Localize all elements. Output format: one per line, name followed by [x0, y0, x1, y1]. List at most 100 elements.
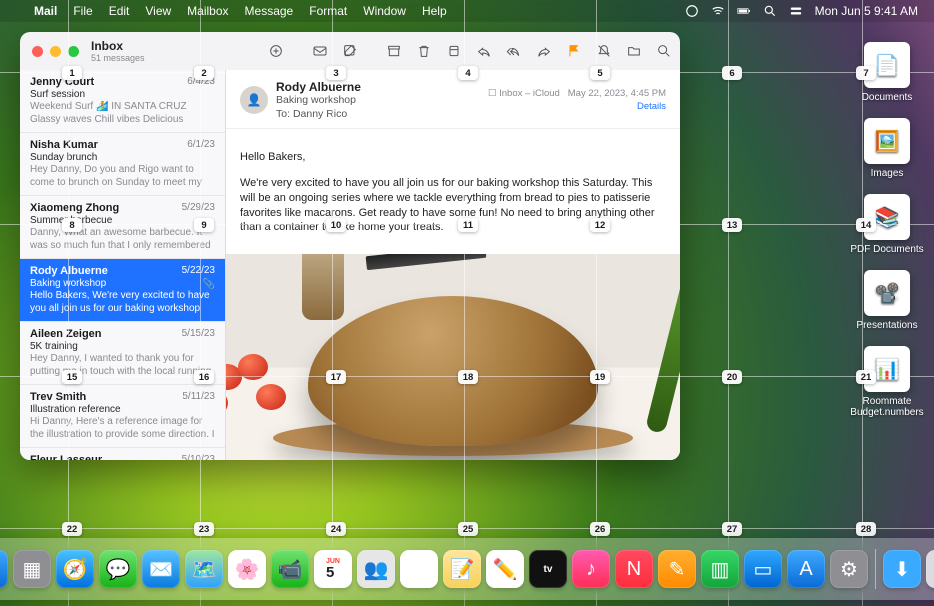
grid-label: 9 — [194, 218, 214, 232]
dock-numbers[interactable]: ▥ — [701, 550, 739, 588]
grid-label: 25 — [458, 522, 478, 536]
dock-photos[interactable]: 🌸 — [228, 550, 266, 588]
clock[interactable]: Mon Jun 5 9:41 AM — [809, 4, 924, 18]
message-item[interactable]: Fleur Lasseur5/10/23Baseball team fundra… — [20, 448, 225, 460]
grid-label: 16 — [194, 370, 214, 384]
grid-label: 23 — [194, 522, 214, 536]
dock-safari[interactable]: 🧭 — [56, 550, 94, 588]
dock-keynote[interactable]: ▭ — [744, 550, 782, 588]
grid-label: 1 — [62, 66, 82, 80]
dock-notes[interactable]: 📝 — [443, 550, 481, 588]
dock-tv[interactable]: tv — [529, 550, 567, 588]
menu-view[interactable]: View — [137, 4, 179, 18]
forward-icon[interactable] — [536, 43, 552, 59]
grid-label: 3 — [326, 66, 346, 80]
move-icon[interactable] — [626, 43, 642, 59]
dock-downloads[interactable]: ⬇︎ — [883, 550, 921, 588]
menu-window[interactable]: Window — [355, 4, 414, 18]
grid-label: 17 — [326, 370, 346, 384]
mute-icon[interactable] — [596, 43, 612, 59]
dock-appstore[interactable]: A — [787, 550, 825, 588]
dock-settings[interactable]: ⚙︎ — [830, 550, 868, 588]
grid-label: 24 — [326, 522, 346, 536]
menu-help[interactable]: Help — [414, 4, 455, 18]
control-center-icon[interactable] — [783, 4, 809, 18]
grid-label: 19 — [590, 370, 610, 384]
reply-all-icon[interactable] — [506, 43, 522, 59]
mail-window: Inbox 51 messages Je — [20, 32, 680, 460]
menu-message[interactable]: Message — [237, 4, 302, 18]
reader-to: To: Danny Rico — [276, 108, 361, 120]
dock-trash[interactable]: 🗑️ — [926, 550, 934, 588]
filter-icon[interactable] — [268, 43, 284, 59]
envelope-icon[interactable] — [312, 43, 328, 59]
app-menu[interactable]: Mail — [26, 4, 65, 18]
menubar: Mail FileEditViewMailboxMessageFormatWin… — [0, 0, 934, 22]
dock-messages[interactable]: 💬 — [99, 550, 137, 588]
grid-label: 2 — [194, 66, 214, 80]
junk-icon[interactable] — [446, 43, 462, 59]
dock[interactable]: 🙂▦🧭💬✉️🗺️🌸📹JUN5👥☑︎📝✏️tv♪N✎▥▭A⚙︎ ⬇︎🗑️ — [0, 538, 934, 600]
grid-label: 10 — [326, 218, 346, 232]
dock-launchpad[interactable]: ▦ — [13, 550, 51, 588]
reader-greeting: Hello Bakers, — [240, 150, 666, 165]
message-item[interactable]: Trev Smith5/11/23Illustration referenceH… — [20, 385, 225, 448]
dock-maps[interactable]: 🗺️ — [185, 550, 223, 588]
window-controls[interactable] — [20, 46, 91, 57]
dock-facetime[interactable]: 📹 — [271, 550, 309, 588]
dock-pages[interactable]: ✎ — [658, 550, 696, 588]
grid-label: 8 — [62, 218, 82, 232]
mailbox-header: Inbox 51 messages — [91, 39, 254, 63]
spotlight-icon[interactable] — [757, 4, 783, 18]
grid-label: 15 — [62, 370, 82, 384]
dock-calendar[interactable]: JUN5 — [314, 550, 352, 588]
message-item[interactable]: Jenny Court6/4/23Surf sessionWeekend Sur… — [20, 70, 225, 133]
grid-label: 28 — [856, 522, 876, 536]
grid-label: 6 — [722, 66, 742, 80]
menu-mailbox[interactable]: Mailbox — [179, 4, 236, 18]
mail-toolbar — [254, 43, 680, 59]
reader-from: Rody Albuerne — [276, 80, 361, 94]
message-item[interactable]: Nisha Kumar6/1/23Sunday brunchHey Danny,… — [20, 133, 225, 196]
close-button[interactable] — [32, 46, 43, 57]
grid-label: 18 — [458, 370, 478, 384]
grid-label: 4 — [458, 66, 478, 80]
search-icon[interactable] — [656, 43, 672, 59]
dock-contacts[interactable]: 👥 — [357, 550, 395, 588]
dock-finder[interactable]: 🙂 — [0, 550, 8, 588]
grid-label: 12 — [590, 218, 610, 232]
dock-freeform[interactable]: ✏️ — [486, 550, 524, 588]
grid-label: 5 — [590, 66, 610, 80]
reply-icon[interactable] — [476, 43, 492, 59]
minimize-button[interactable] — [50, 46, 61, 57]
wifi-icon[interactable] — [705, 4, 731, 18]
grid-label: 7 — [856, 66, 876, 80]
dock-music[interactable]: ♪ — [572, 550, 610, 588]
message-item[interactable]: Rody Albuerne5/22/23Baking workshop📎Hell… — [20, 259, 225, 322]
compose-icon[interactable] — [342, 43, 358, 59]
avatar: 👤 — [240, 86, 268, 114]
menu-format[interactable]: Format — [301, 4, 355, 18]
zoom-button[interactable] — [68, 46, 79, 57]
grid-label: 27 — [722, 522, 742, 536]
message-reader: 👤 Rody Albuerne Baking workshop To: Dann… — [226, 70, 680, 460]
menu-file[interactable]: File — [65, 4, 100, 18]
details-link[interactable]: Details — [488, 101, 666, 112]
grid-label: 21 — [856, 370, 876, 384]
grid-label: 11 — [458, 218, 478, 232]
dock-news[interactable]: N — [615, 550, 653, 588]
dock-reminders[interactable]: ☑︎ — [400, 550, 438, 588]
flag-icon[interactable] — [566, 43, 582, 59]
archive-icon[interactable] — [386, 43, 402, 59]
grid-label: 26 — [590, 522, 610, 536]
battery-icon[interactable] — [731, 4, 757, 18]
inbox-count: 51 messages — [91, 53, 254, 63]
menu-edit[interactable]: Edit — [101, 4, 138, 18]
grid-label: 14 — [856, 218, 876, 232]
siri-icon[interactable] — [679, 4, 705, 18]
message-list[interactable]: Jenny Court6/4/23Surf sessionWeekend Sur… — [20, 70, 226, 460]
dock-mail[interactable]: ✉️ — [142, 550, 180, 588]
trash-icon[interactable] — [416, 43, 432, 59]
inbox-title: Inbox — [91, 39, 254, 53]
grid-label: 22 — [62, 522, 82, 536]
